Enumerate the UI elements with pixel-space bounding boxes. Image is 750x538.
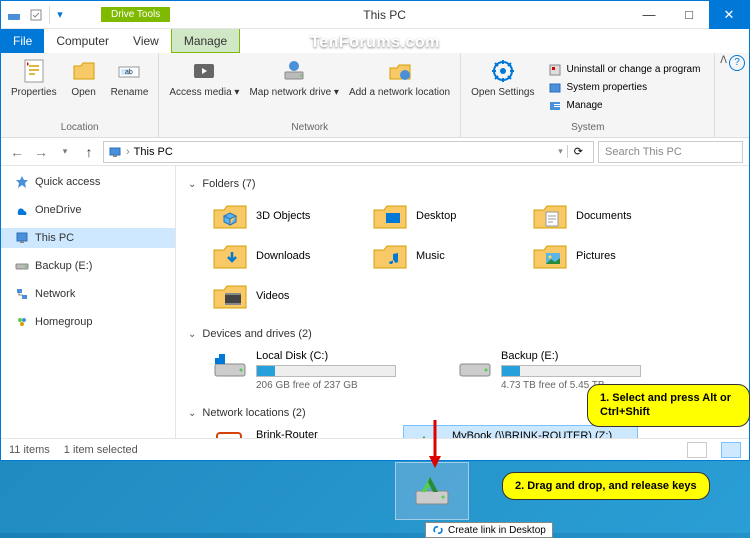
navigation-pane: Quick access OneDrive This PC Backup (E:…	[1, 166, 176, 438]
status-items: 11 items	[9, 444, 50, 456]
section-drives[interactable]: ⌄Devices and drives (2)	[180, 324, 749, 344]
link-icon	[432, 524, 444, 536]
folder-downloads[interactable]: Downloads	[208, 236, 368, 276]
status-bar: 11 items 1 item selected	[1, 438, 749, 460]
help-button[interactable]: ?	[729, 55, 745, 71]
ribbon: ᐱ ? Properties Open abRename Location Ac…	[1, 53, 749, 138]
folder-3d-objects[interactable]: 3D Objects	[208, 196, 368, 236]
sidebar-quick-access[interactable]: Quick access	[1, 172, 175, 192]
chevron-down-icon: ⌄	[188, 179, 196, 190]
folder-documents[interactable]: Documents	[528, 196, 688, 236]
tab-manage[interactable]: Manage	[171, 29, 240, 53]
sidebar-homegroup[interactable]: Homegroup	[1, 312, 175, 332]
address-dropdown-icon[interactable]: ▾	[558, 146, 563, 157]
ribbon-collapse-icon[interactable]: ᐱ	[720, 55, 727, 66]
folder-pictures[interactable]: Pictures	[528, 236, 688, 276]
close-button[interactable]: ✕	[709, 1, 749, 29]
maximize-button[interactable]: □	[669, 1, 709, 29]
tab-file[interactable]: File	[1, 29, 44, 53]
app-icon	[5, 6, 23, 24]
minimize-button[interactable]: —	[629, 1, 669, 29]
sidebar-backup[interactable]: Backup (E:)	[1, 256, 175, 276]
address-field[interactable]: › This PC ▾ ⟳	[103, 141, 594, 163]
properties-button[interactable]: Properties	[7, 55, 61, 120]
window-title: This PC	[140, 8, 629, 22]
chevron-down-icon: ⌄	[188, 408, 196, 419]
rename-button[interactable]: abRename	[107, 55, 153, 120]
folder-videos[interactable]: Videos	[208, 276, 368, 316]
quick-access-toolbar: ▾	[1, 6, 71, 24]
section-folders[interactable]: ⌄Folders (7)	[180, 174, 749, 194]
tab-computer[interactable]: Computer	[44, 29, 121, 53]
map-drive-button[interactable]: Map network drive ▾	[245, 55, 343, 120]
svg-text:ab: ab	[125, 69, 133, 76]
open-settings-button[interactable]: Open Settings	[467, 55, 538, 120]
ribbon-group-network: Access media ▾ Map network drive ▾ Add a…	[159, 53, 461, 137]
chevron-down-icon: ⌄	[188, 329, 196, 340]
pc-icon	[108, 145, 122, 159]
folder-desktop[interactable]: Desktop	[368, 196, 528, 236]
forward-button[interactable]: →	[31, 142, 51, 162]
callout-step-2: 2. Drag and drop, and release keys	[502, 472, 710, 500]
status-selected: 1 item selected	[64, 444, 138, 456]
open-button[interactable]: Open	[63, 55, 105, 120]
view-details-button[interactable]	[687, 442, 707, 458]
ribbon-group-location: Properties Open abRename Location	[1, 53, 159, 137]
refresh-button[interactable]: ⟳	[567, 145, 589, 158]
drive-c[interactable]: Local Disk (C:)206 GB free of 237 GB	[208, 346, 453, 395]
view-tiles-button[interactable]	[721, 442, 741, 458]
tab-view[interactable]: View	[121, 29, 171, 53]
netloc-brink-router[interactable]: Brink-Router	[208, 425, 403, 438]
manage-button[interactable]: Manage	[544, 98, 704, 114]
system-properties-button[interactable]: System properties	[544, 80, 704, 96]
history-dropdown[interactable]: ▾	[55, 142, 75, 162]
watermark: TenForums.com	[310, 34, 440, 52]
drop-tooltip: Create link in Desktop	[425, 522, 553, 538]
callout-step-1: 1. Select and press Alt or Ctrl+Shift	[587, 384, 750, 427]
sidebar-this-pc[interactable]: This PC	[1, 228, 175, 248]
up-button[interactable]: ↑	[79, 142, 99, 162]
address-bar: ← → ▾ ↑ › This PC ▾ ⟳ Search This PC	[1, 138, 749, 166]
add-location-button[interactable]: Add a network location	[345, 55, 454, 120]
titlebar: ▾ Drive Tools This PC — □ ✕	[1, 1, 749, 29]
folder-music[interactable]: Music	[368, 236, 528, 276]
back-button[interactable]: ←	[7, 142, 27, 162]
search-input[interactable]: Search This PC	[598, 141, 743, 163]
qat-dropdown[interactable]: ▾	[49, 6, 67, 24]
sidebar-network[interactable]: Network	[1, 284, 175, 304]
qat-button[interactable]	[27, 6, 45, 24]
ribbon-group-system: Open Settings Uninstall or change a prog…	[461, 53, 715, 137]
uninstall-button[interactable]: Uninstall or change a program	[544, 62, 704, 78]
annotation-arrow	[427, 420, 443, 470]
sidebar-onedrive[interactable]: OneDrive	[1, 200, 175, 220]
address-text: This PC	[134, 146, 173, 158]
access-media-button[interactable]: Access media ▾	[165, 55, 243, 120]
desktop-drop-target[interactable]	[395, 462, 469, 520]
